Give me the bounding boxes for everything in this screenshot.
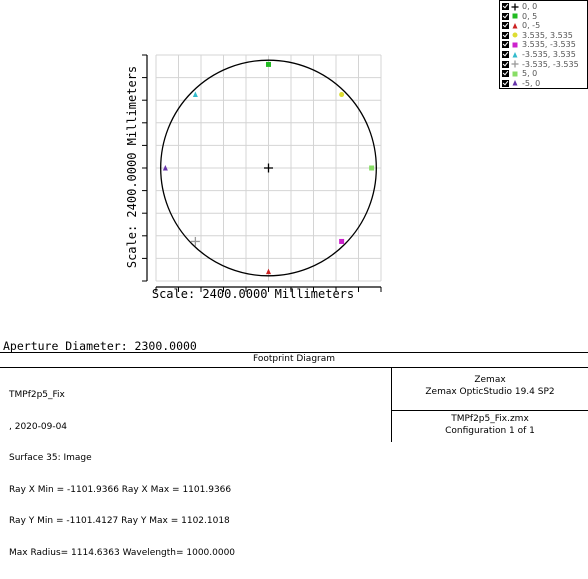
aperture-diameter: Aperture Diameter: 2300.0000 (3, 339, 197, 353)
legend-label: 0, 0 (522, 2, 538, 11)
legend-marker-svg (512, 42, 518, 48)
legend-item[interactable]: 3.535, 3.535 (502, 31, 573, 40)
legend-item[interactable]: 0, -5 (502, 21, 540, 30)
legend-marker (511, 60, 519, 68)
company-name: Zemax (474, 375, 506, 385)
legend-marker (512, 13, 518, 19)
legend-marker-icon (511, 70, 519, 78)
product-name: Zemax OpticStudio 19.4 SP2 (425, 387, 555, 397)
divider (391, 410, 588, 411)
legend-label: 3.535, 3.535 (522, 30, 573, 40)
ray-point (339, 238, 345, 244)
ray-point (266, 268, 271, 275)
legend-marker (511, 3, 519, 10)
legend-marker-svg (511, 3, 519, 10)
ray-point (192, 91, 198, 98)
legend-label: 3.535, -3.535 (522, 40, 576, 50)
file-name: TMPf2p5_Fix.zmx (451, 414, 529, 424)
y-scale-label: Scale: 2400.0000 Millimeters (125, 66, 139, 268)
legend-marker-svg (512, 80, 518, 86)
checkbox-icon[interactable] (502, 12, 509, 20)
legend-marker-icon (511, 22, 519, 30)
checkbox-icon[interactable] (502, 51, 509, 58)
legend-item[interactable]: 5, 0 (502, 69, 537, 78)
legend-marker (512, 80, 518, 86)
checkbox-icon[interactable] (502, 79, 509, 87)
legend-marker-icon (511, 12, 519, 20)
info-line: Ray X Min = -1101.9366 Ray X Max = 1101.… (9, 484, 232, 495)
legend-marker (512, 42, 518, 48)
checkbox-icon[interactable] (502, 70, 509, 78)
legend-marker-icon (511, 79, 519, 87)
legend-item[interactable]: 3.535, -3.535 (502, 40, 576, 49)
legend-label: 5, 0 (522, 69, 538, 79)
legend-item[interactable]: -3.535, 3.535 (502, 50, 576, 59)
legend-marker-svg (512, 71, 518, 77)
info-line: , 2020-09-04 (9, 421, 68, 432)
legend-marker-svg (512, 32, 518, 38)
plot-frame (142, 54, 382, 292)
legend-marker-icon (511, 31, 519, 39)
legend-marker (512, 22, 518, 29)
ray-point (339, 92, 345, 98)
legend-marker (512, 51, 518, 57)
legend-marker (512, 71, 518, 77)
legend-marker-svg (511, 60, 519, 68)
legend-marker-icon (511, 41, 519, 49)
legend-item[interactable]: -3.535, -3.535 (502, 60, 579, 69)
legend-label: 0, -5 (522, 21, 541, 31)
legend-marker-svg (512, 51, 518, 57)
legend-marker-icon (511, 51, 519, 59)
info-details: TMPf2p5_Fix , 2020-09-04 Surface 35: Ima… (9, 369, 235, 579)
x-scale-label: Scale: 2400.0000 Millimeters (152, 287, 354, 301)
info-panel: Footprint Diagram TMPf2p5_Fix , 2020-09-… (0, 352, 588, 558)
checkbox-icon[interactable] (502, 3, 509, 10)
info-line: TMPf2p5_Fix (9, 390, 65, 400)
legend-item[interactable]: 0, 5 (502, 12, 537, 21)
legend-marker-icon (511, 3, 519, 11)
info-line: Max Radius= 1114.6363 Wavelength= 1000.0… (9, 547, 236, 558)
legend-label: 0, 5 (522, 11, 538, 21)
file-info: TMPf2p5_Fix.zmx Configuration 1 of 1 (392, 413, 588, 437)
field-legend: 0, 0 0, 5 0, -5 3.535, 3.535 3.535, -3.535 -3… (499, 0, 588, 89)
ray-point (369, 165, 375, 171)
legend-label: -5, 0 (522, 78, 541, 88)
info-line: Ray Y Min = -1101.4127 Ray Y Max = 1102.… (9, 516, 230, 526)
legend-marker-icon (511, 60, 519, 68)
software-info: Zemax Zemax OpticStudio 19.4 SP2 (392, 374, 588, 398)
info-title: Footprint Diagram (0, 353, 588, 368)
legend-marker-svg (512, 22, 518, 29)
ray-point (266, 61, 271, 67)
legend-label: -3.535, 3.535 (522, 50, 576, 59)
checkbox-icon[interactable] (502, 41, 509, 49)
checkbox-icon[interactable] (502, 22, 509, 30)
checkbox-icon[interactable] (502, 60, 509, 68)
legend-label: -3.535, -3.535 (522, 59, 579, 69)
legend-marker-svg (512, 13, 518, 19)
ray-point (264, 163, 273, 173)
checkbox-icon[interactable] (502, 31, 509, 39)
configuration: Configuration 1 of 1 (445, 426, 535, 436)
legend-marker (512, 32, 518, 38)
legend-item[interactable]: -5, 0 (502, 79, 540, 88)
info-line: Surface 35: Image (9, 453, 92, 463)
legend-item[interactable]: 0, 0 (502, 2, 537, 11)
